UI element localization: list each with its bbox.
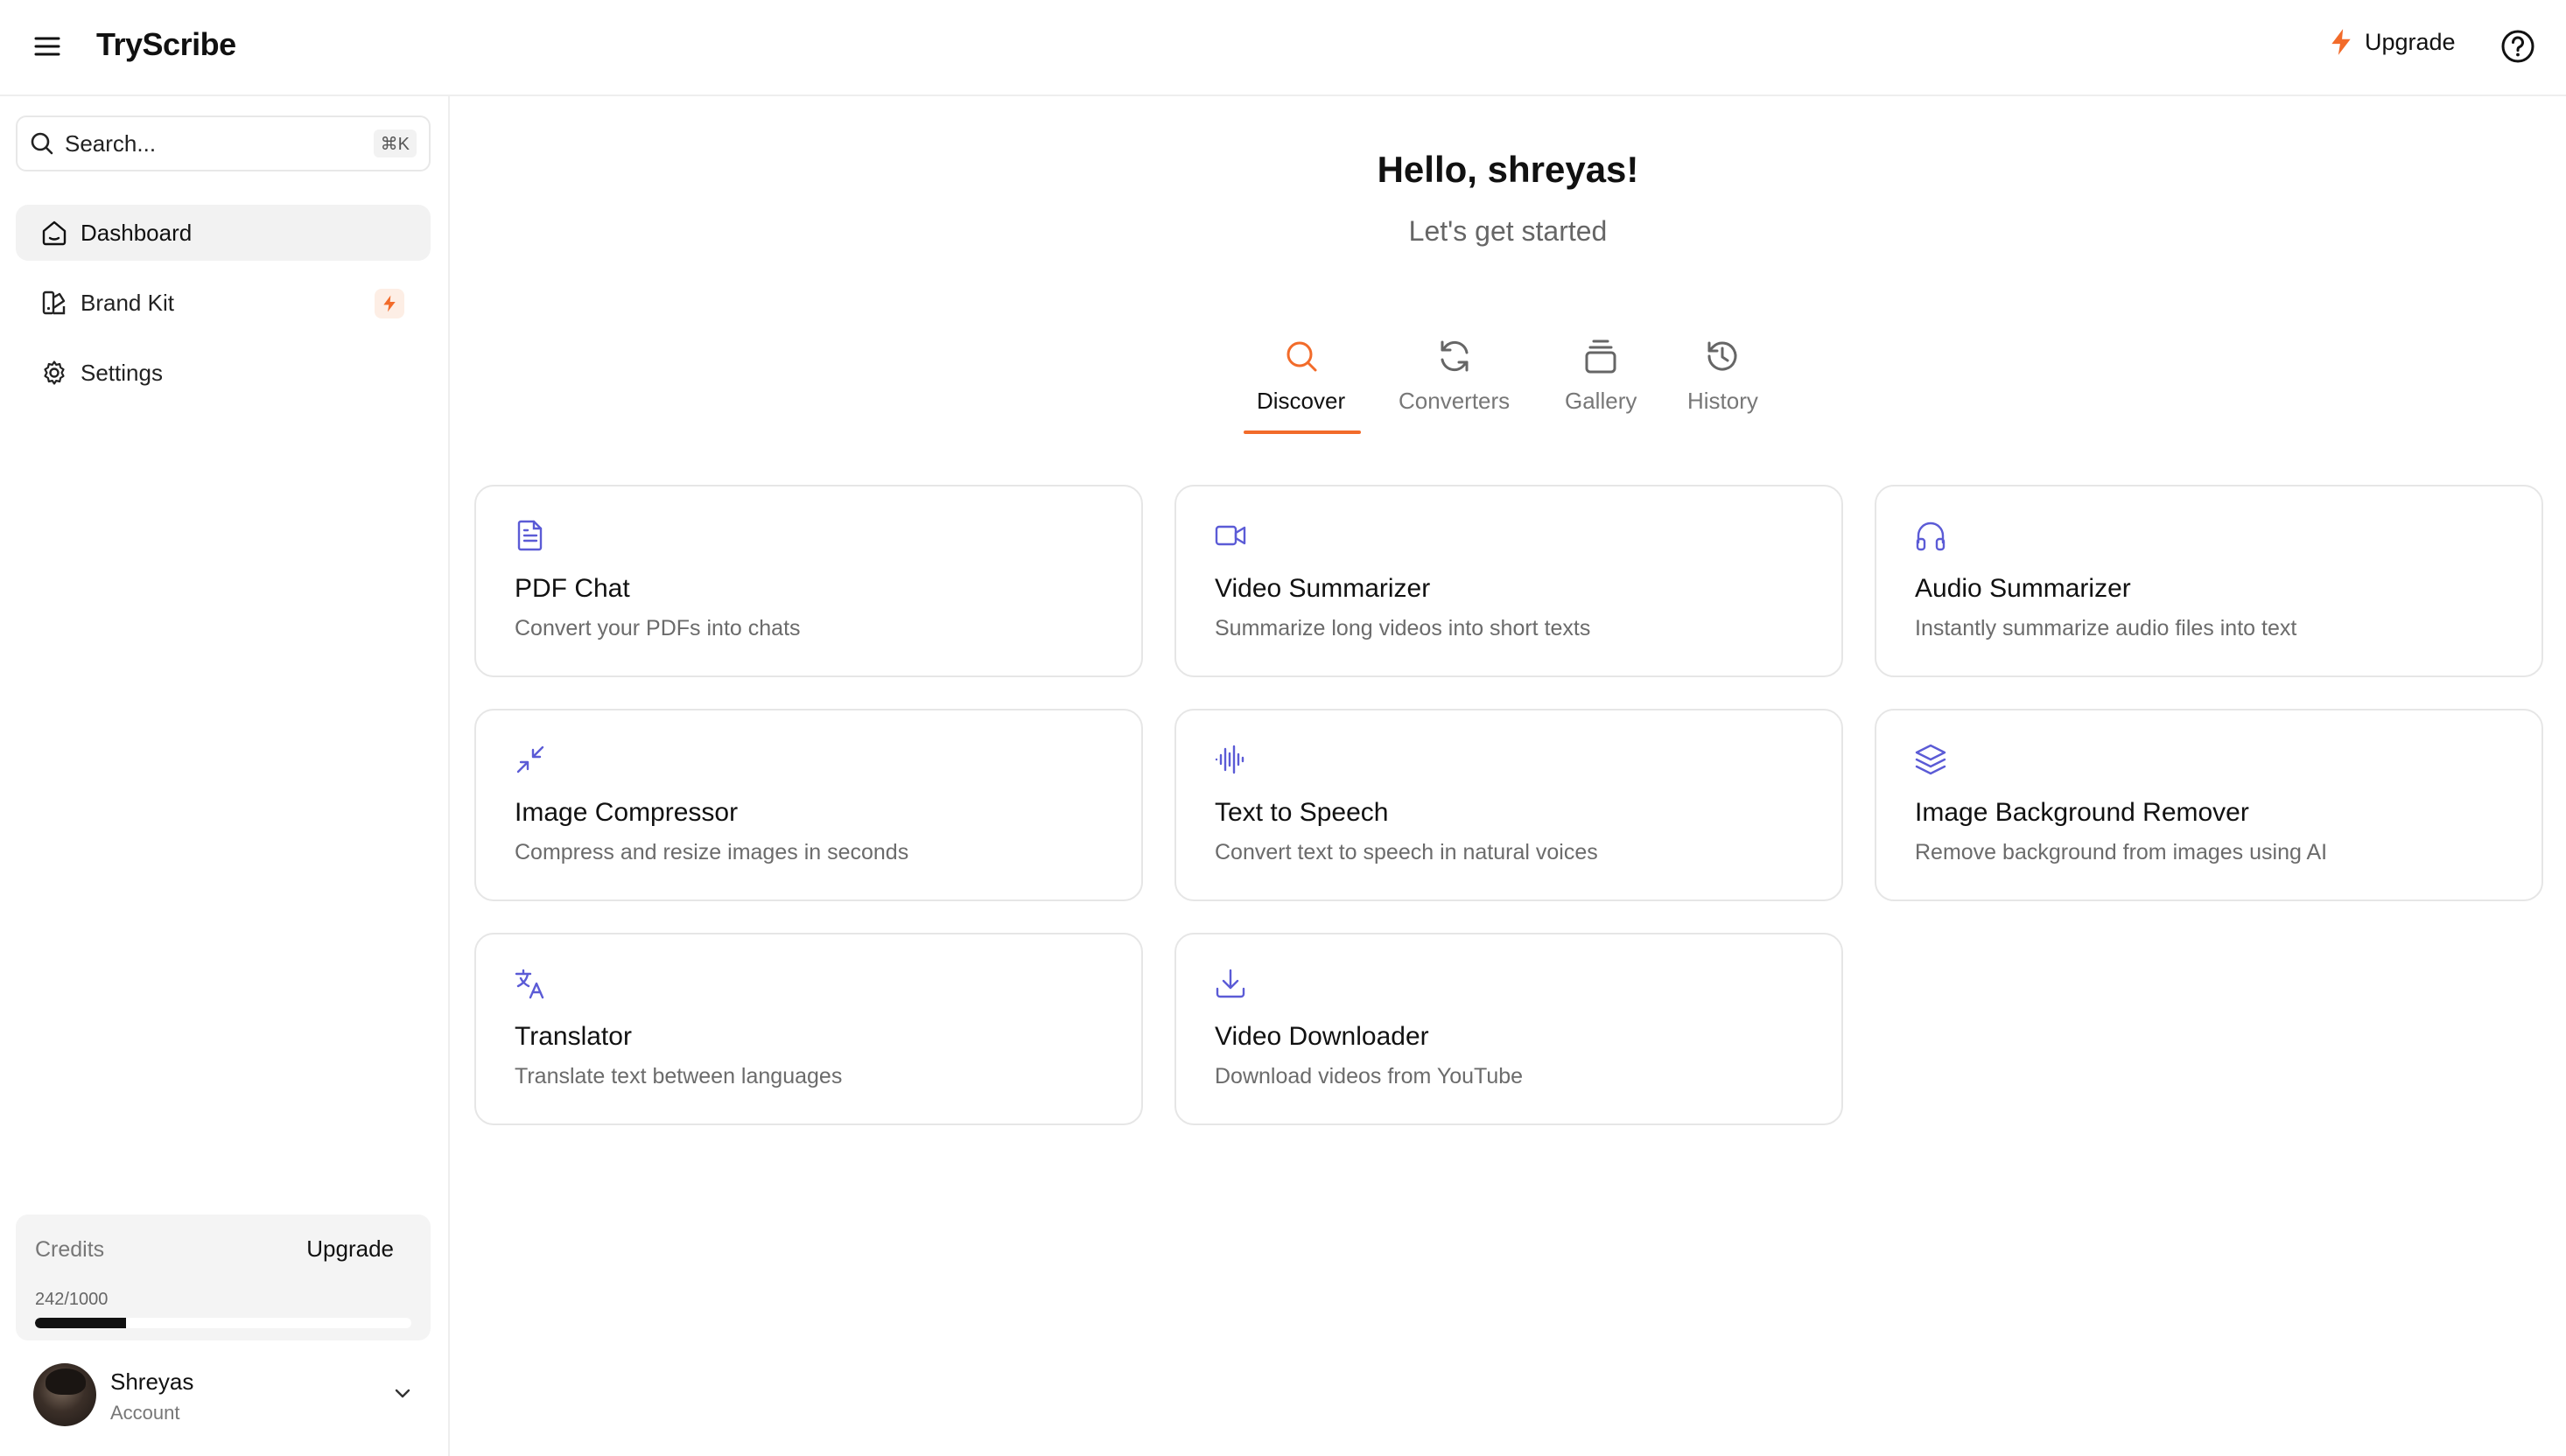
help-icon[interactable] [2499,28,2536,65]
gallery-icon [1585,340,1616,374]
card-translator[interactable]: Translator Translate text between langua… [474,933,1143,1125]
card-image-compressor[interactable]: Image Compressor Compress and resize ima… [474,709,1143,901]
card-title: PDF Chat [515,574,630,603]
refresh-icon [1441,340,1469,372]
tab-gallery[interactable]: Gallery [1565,337,1637,433]
card-description: Convert your PDFs into chats [515,616,801,640]
credits-label: Credits [35,1237,105,1262]
home-icon [42,220,67,246]
download-icon [1216,969,1245,998]
card-video-downloader[interactable]: Video Downloader Download videos from Yo… [1174,933,1843,1125]
translate-icon [515,969,544,999]
page-subtitle: Let's get started [1408,215,1608,247]
card-video-summarizer[interactable]: Video Summarizer Summarize long videos i… [1174,485,1843,677]
credits-count: 242/1000 [35,1290,109,1309]
chevron-down-icon [395,1389,410,1398]
card-image-background-remover[interactable]: Image Background Remover Remove backgrou… [1875,709,2543,901]
sidebar-item-dashboard[interactable]: Dashboard [16,205,431,261]
card-description: Convert text to speech in natural voices [1215,840,1598,864]
bolt-icon [383,295,396,312]
active-tab-indicator [1244,430,1361,434]
sidebar-item-brand-kit[interactable]: Brand Kit [16,275,431,331]
account-subtitle: Account [110,1402,180,1424]
sidebar-item-label: Settings [81,359,163,386]
search-icon [1287,341,1317,372]
pro-badge [375,289,404,318]
credits-progress-fill [35,1318,127,1328]
search-shortcut: ⌘K [373,130,417,158]
tab-history[interactable]: History [1687,337,1758,433]
card-description: Remove background from images using AI [1915,840,2328,864]
card-description: Download videos from YouTube [1215,1064,1524,1088]
tab-converters[interactable]: Converters [1399,337,1510,433]
top-bar: TryScribe Upgrade [0,0,2566,96]
credits-upgrade-button[interactable]: Upgrade [306,1236,394,1263]
video-icon [1215,525,1246,546]
search-placeholder: Search... [65,130,157,157]
tab-label: History [1687,388,1758,414]
layers-icon [1915,744,1946,775]
menu-icon[interactable] [30,29,65,64]
sidebar-item-label: Brand Kit [81,289,174,316]
sidebar-item-settings[interactable]: Settings [16,345,431,401]
card-title: Audio Summarizer [1915,574,2131,603]
credits-progress-bar [35,1318,411,1328]
card-pdf-chat[interactable]: PDF Chat Convert your PDFs into chats [474,485,1143,677]
tab-label: Gallery [1565,388,1637,414]
file-text-icon [517,520,543,551]
brand-logo[interactable]: TryScribe [96,26,236,63]
palette-icon [42,290,66,315]
tab-label: Converters [1399,388,1511,414]
tab-discover[interactable]: Discover [1257,337,1345,433]
upgrade-button[interactable]: Upgrade [2330,28,2456,56]
gear-icon [44,360,65,385]
tab-label: Discover [1257,388,1346,414]
card-title: Translator [515,1022,632,1051]
headphones-icon [1916,522,1946,551]
card-description: Translate text between languages [515,1064,843,1088]
account-menu[interactable]: Shreyas Account [16,1358,431,1437]
card-description: Summarize long videos into short texts [1215,616,1591,640]
avatar [33,1363,96,1426]
card-title: Video Downloader [1215,1022,1429,1051]
bolt-icon [2331,29,2351,55]
minimize-icon [516,746,544,774]
card-title: Image Background Remover [1915,798,2249,827]
account-name: Shreyas [110,1368,194,1395]
card-description: Compress and resize images in seconds [515,840,909,864]
credits-panel: Credits Upgrade 242/1000 [16,1214,431,1340]
card-text-to-speech[interactable]: Text to Speech Convert text to speech in… [1174,709,1843,901]
page-title: Hello, shreyas! [1377,149,1639,190]
card-description: Instantly summarize audio files into tex… [1915,616,2297,640]
card-title: Video Summarizer [1215,574,1431,603]
card-title: Text to Speech [1215,798,1389,827]
history-icon [1707,341,1737,371]
sidebar-item-label: Dashboard [81,219,193,246]
upgrade-label: Upgrade [2365,28,2456,55]
card-title: Image Compressor [515,798,739,827]
card-audio-summarizer[interactable]: Audio Summarizer Instantly summarize aud… [1875,485,2543,677]
search-input[interactable]: Search... ⌘K [16,116,431,172]
search-icon [31,132,53,155]
sidebar: Search... ⌘K Dashboard Brand Kit Setting… [0,96,450,1456]
audio-waveform-icon [1215,745,1244,774]
